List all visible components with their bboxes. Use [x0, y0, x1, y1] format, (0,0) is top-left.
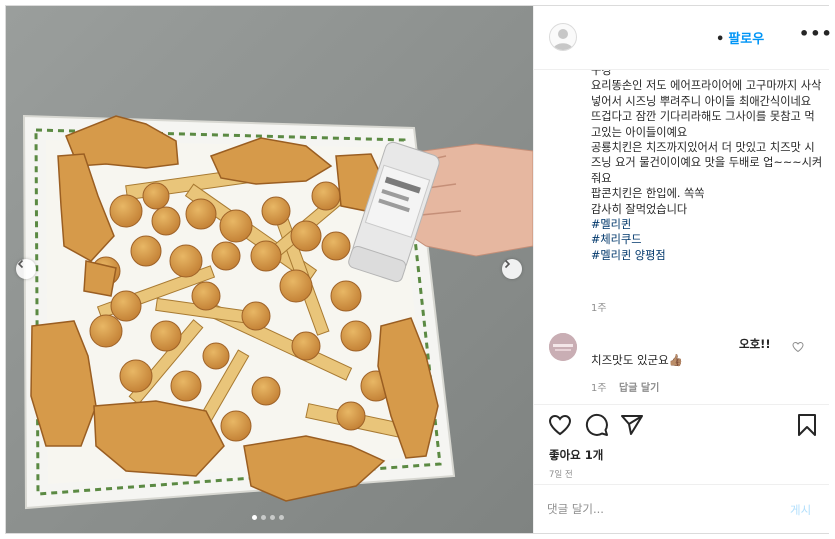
caption-area: 구경 요리똥손인 저도 에어프라이어에 고구마까지 사삭 넣어서 시즈닝 뿌려주…: [534, 70, 829, 404]
carousel-dot: [252, 515, 257, 520]
bookmark-icon[interactable]: [795, 413, 819, 437]
post-header: • 팔로우 •••: [534, 6, 832, 70]
post-photo[interactable]: [6, 6, 533, 533]
caption-text: 구경 요리똥손인 저도 에어프라이어에 고구마까지 사삭 넣어서 시즈닝 뿌려주…: [591, 70, 823, 216]
comment-icon[interactable]: [585, 413, 609, 437]
commenter-username[interactable]: 오호!!: [739, 336, 771, 352]
author-avatar[interactable]: [549, 23, 577, 51]
separator-dot: •: [716, 32, 725, 47]
reply-button[interactable]: 답글 달기: [619, 379, 659, 394]
more-options-button[interactable]: •••: [799, 24, 832, 48]
carousel-dot: [270, 515, 275, 520]
hashtag-link[interactable]: #멜리퀸: [591, 217, 823, 232]
hashtag-link[interactable]: #체리쿠드: [591, 232, 823, 247]
comment-like-icon[interactable]: [792, 341, 804, 353]
post-window: • 팔로우 ••• 구경 요리똥손인 저도 에어프라이어에 고구마까지 사삭 넣어…: [5, 5, 832, 534]
commenter-avatar[interactable]: [549, 333, 577, 361]
like-count[interactable]: 좋아요 1개: [549, 447, 603, 463]
follow-button[interactable]: • 팔로우: [716, 28, 764, 47]
comment-text: 치즈맛도 있군요👍🏽: [591, 353, 684, 367]
follow-label: 팔로우: [728, 32, 765, 47]
commenter-avatar-image: [549, 333, 577, 361]
more-options-icon: •••: [799, 24, 833, 43]
add-comment-bar: 게시: [534, 484, 829, 534]
post-side-panel: • 팔로우 ••• 구경 요리똥손인 저도 에어프라이어에 고구마까지 사삭 넣어…: [533, 6, 832, 534]
previous-slide-button[interactable]: [16, 259, 36, 279]
carousel-dot: [279, 515, 284, 520]
carousel-dot: [261, 515, 266, 520]
chevron-right-icon: [504, 259, 511, 269]
action-bar: 좋아요 1개 7일 전: [534, 404, 829, 485]
comment-input[interactable]: [547, 497, 767, 521]
post-comment-button[interactable]: 게시: [790, 502, 811, 518]
caption-time: 1주: [591, 303, 607, 314]
next-slide-button[interactable]: [502, 259, 522, 279]
carousel-indicator: [252, 515, 284, 520]
post-timestamp[interactable]: 7일 전: [549, 468, 573, 480]
share-icon[interactable]: [620, 413, 644, 437]
default-user-icon: [553, 29, 573, 50]
comment-time: 1주: [591, 383, 607, 394]
food-photo-illustration: [6, 6, 533, 533]
post-caption: 구경 요리똥손인 저도 에어프라이어에 고구마까지 사삭 넣어서 시즈닝 뿌려주…: [591, 70, 823, 263]
heart-icon[interactable]: [548, 413, 572, 437]
hashtag-link[interactable]: #멜리퀸 양평점: [591, 248, 823, 263]
chevron-left-icon: [17, 259, 24, 269]
